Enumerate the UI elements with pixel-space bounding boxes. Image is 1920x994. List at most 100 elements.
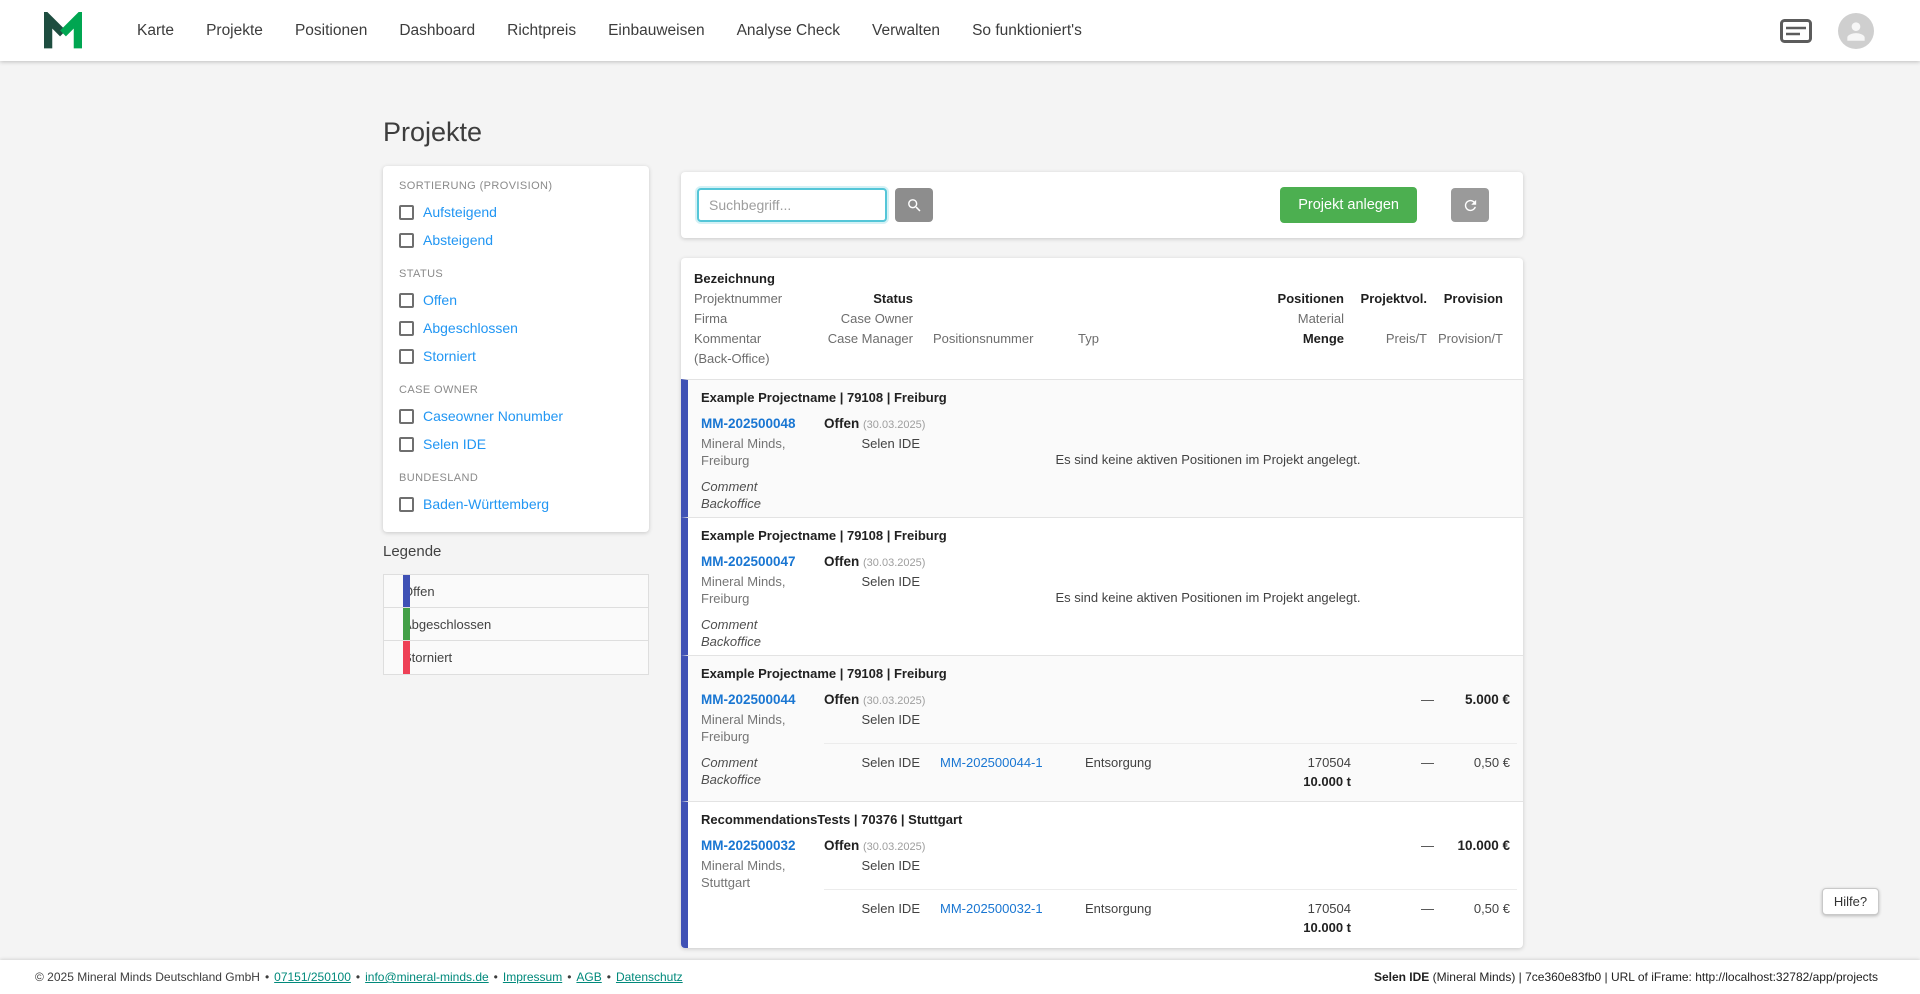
nav-item-analyse-check[interactable]: Analyse Check [737, 22, 840, 40]
project-row: Example Projectname | 79108 | Freiburg M… [681, 517, 1523, 655]
legend-color-storniert [403, 641, 410, 674]
project-status-cell: Offen (30.03.2025) Selen IDE [824, 692, 926, 727]
main-navigation: Karte Projekte Positionen Dashboard Rich… [137, 22, 1082, 40]
nav-item-verwalten[interactable]: Verwalten [872, 22, 940, 40]
project-number-link[interactable]: MM-202500048 [701, 414, 831, 434]
refresh-button[interactable] [1451, 188, 1489, 222]
project-number-link[interactable]: MM-202500032 [701, 836, 831, 856]
filter-option-aufsteigend[interactable]: Aufsteigend [399, 198, 633, 226]
checkbox-storniert[interactable] [399, 348, 414, 364]
col-header-provision: Provision Provision/T [1437, 291, 1503, 346]
position-number-link[interactable]: MM-202500032-1 [940, 899, 1085, 937]
nav-item-positionen[interactable]: Positionen [295, 22, 367, 40]
projects-table: Bezeichnung Projektnummer Firma Kommenta… [681, 258, 1523, 948]
legend-item-storniert: Storniert [384, 641, 648, 674]
position-material-menge: 170504 10.000 t [1303, 901, 1351, 935]
legend-title: Legende [383, 543, 442, 560]
project-company: Mineral Minds, Freiburg [701, 712, 786, 744]
project-status-cell: Offen (30.03.2025) Selen IDE [824, 416, 926, 451]
filter-section-label-status: STATUS [399, 268, 444, 280]
position-provision: 0,50 € [1473, 901, 1510, 916]
checkbox-offen[interactable] [399, 292, 414, 308]
col-header-bezeichnung: Bezeichnung Projektnummer Firma Kommenta… [694, 271, 783, 366]
legend-item-offen: Offen [384, 575, 648, 608]
position-material-menge: 170504 10.000 t [1303, 755, 1351, 789]
nav-item-dashboard[interactable]: Dashboard [399, 22, 475, 40]
filter-section-label-case-owner: CASE OWNER [399, 384, 479, 396]
position-typ: Entsorgung [1085, 901, 1152, 916]
legend-item-abgeschlossen: Abgeschlossen [384, 608, 648, 641]
search-button[interactable] [895, 188, 933, 222]
help-button[interactable]: Hilfe? [1822, 888, 1879, 915]
project-title: Example Projectname | 79108 | Freiburg [701, 390, 947, 405]
create-project-button[interactable]: Projekt anlegen [1280, 187, 1417, 223]
checkbox-selen-ide[interactable] [399, 436, 414, 452]
filter-section-label-sortierung: SORTIERUNG (PROVISION) [399, 180, 553, 192]
position-typ: Entsorgung [1085, 755, 1152, 770]
checkbox-baden-wuerttemberg[interactable] [399, 496, 414, 512]
project-backoffice-comment: Backoffice [701, 496, 761, 511]
position-provision: 0,50 € [1473, 755, 1510, 770]
toolbar: Projekt anlegen [681, 172, 1523, 238]
position-case-manager: Selen IDE [861, 755, 920, 770]
nav-item-einbauweisen[interactable]: Einbauweisen [608, 22, 705, 40]
nav-item-richtpreis[interactable]: Richtpreis [507, 22, 576, 40]
footer-copyright: © 2025 Mineral Minds Deutschland GmbH [35, 970, 260, 984]
footer-impressum-link[interactable]: Impressum [503, 970, 562, 984]
filter-option-caseowner-nonumber[interactable]: Caseowner Nonumber [399, 402, 633, 430]
page-title: Projekte [383, 117, 483, 147]
col-header-status: Status Case Owner Case Manager [827, 291, 913, 346]
search-input[interactable] [697, 188, 887, 222]
project-projektvol: — [1421, 838, 1434, 853]
footer: © 2025 Mineral Minds Deutschland GmbH • … [0, 960, 1920, 994]
nav-item-projekte[interactable]: Projekte [206, 22, 263, 40]
no-positions-message: Es sind keine aktiven Positionen im Proj… [1055, 590, 1361, 605]
project-title: RecommendationsTests | 70376 | Stuttgart [701, 812, 963, 827]
col-header-positionen: Positionen Material Menge [1277, 291, 1344, 346]
project-company: Mineral Minds, Freiburg [701, 574, 786, 606]
checkbox-absteigend[interactable] [399, 232, 414, 248]
position-number-link[interactable]: MM-202500044-1 [940, 753, 1085, 791]
footer-agb-link[interactable]: AGB [576, 970, 601, 984]
project-projektvol: — [1421, 692, 1434, 707]
footer-email-link[interactable]: info@mineral-minds.de [365, 970, 489, 984]
position-preis: — [1421, 755, 1434, 770]
device-reader-icon[interactable] [1780, 18, 1812, 43]
checkbox-aufsteigend[interactable] [399, 204, 414, 220]
project-backoffice-comment: Backoffice [701, 772, 761, 787]
filter-option-offen[interactable]: Offen [399, 286, 633, 314]
project-number-link[interactable]: MM-202500044 [701, 690, 831, 710]
filter-option-abgeschlossen[interactable]: Abgeschlossen [399, 314, 633, 342]
project-provision: 5.000 € [1464, 692, 1510, 707]
filter-option-baden-wuerttemberg[interactable]: Baden-Württemberg [399, 490, 633, 518]
mineral-minds-logo-icon [44, 11, 82, 48]
legend-list: Offen Abgeschlossen Storniert [383, 574, 649, 675]
app-logo[interactable] [42, 11, 84, 50]
project-number-link[interactable]: MM-202500047 [701, 552, 831, 572]
col-header-typ: Typ [1078, 331, 1099, 346]
table-header: Bezeichnung Projektnummer Firma Kommenta… [681, 258, 1523, 379]
nav-item-so-funktionierts[interactable]: So funktioniert's [972, 22, 1082, 40]
project-status-cell: Offen (30.03.2025) Selen IDE [824, 838, 926, 873]
position-preis: — [1421, 901, 1434, 916]
user-avatar[interactable] [1838, 12, 1874, 49]
filter-option-storniert[interactable]: Storniert [399, 342, 633, 370]
filter-panel: SORTIERUNG (PROVISION) Aufsteigend Abste… [383, 166, 649, 532]
project-comment: Comment [701, 479, 758, 494]
project-company: Mineral Minds, Freiburg [701, 436, 786, 468]
project-provision: 10.000 € [1457, 838, 1510, 853]
checkbox-caseowner-nonumber[interactable] [399, 408, 414, 424]
project-title: Example Projectname | 79108 | Freiburg [701, 528, 947, 543]
checkbox-abgeschlossen[interactable] [399, 320, 414, 336]
filter-option-selen-ide[interactable]: Selen IDE [399, 430, 633, 458]
position-case-manager: Selen IDE [861, 901, 920, 916]
project-row: RecommendationsTests | 70376 | Stuttgart… [681, 801, 1523, 948]
position-row: Selen IDE MM-202500032-1 Entsorgung 1705… [824, 889, 1517, 937]
person-icon [1847, 21, 1865, 41]
project-status-cell: Offen (30.03.2025) Selen IDE [824, 554, 926, 589]
footer-phone-link[interactable]: 07151/250100 [274, 970, 351, 984]
project-title: Example Projectname | 79108 | Freiburg [701, 666, 947, 681]
footer-datenschutz-link[interactable]: Datenschutz [616, 970, 683, 984]
filter-option-absteigend[interactable]: Absteigend [399, 226, 633, 254]
nav-item-karte[interactable]: Karte [137, 22, 174, 40]
